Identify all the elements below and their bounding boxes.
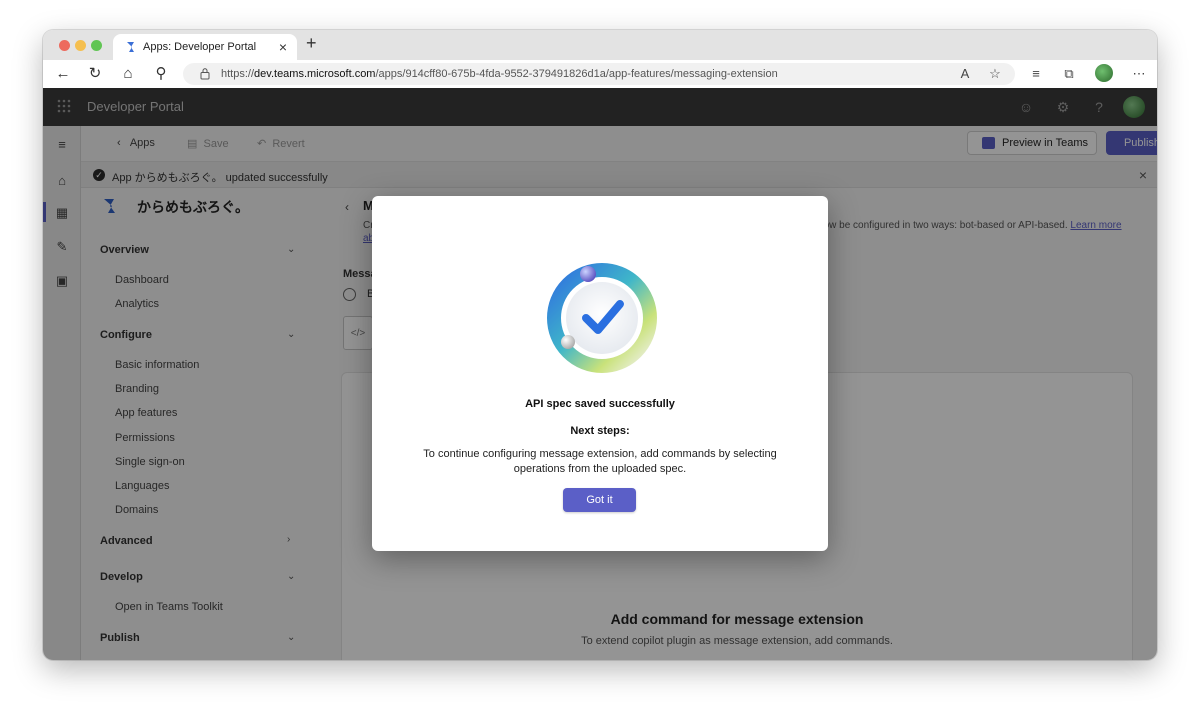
browser-profile-avatar[interactable] <box>1095 64 1113 82</box>
home-icon[interactable]: ⌂ <box>118 64 138 84</box>
refresh-icon[interactable]: ↻ <box>85 64 105 84</box>
favorite-star-icon[interactable]: ☆ <box>985 64 1005 84</box>
dialog-next-steps-heading: Next steps: <box>570 425 630 437</box>
browser-window: Apps: Developer Portal × + ← ↻ ⌂ ⚲ https… <box>43 30 1157 660</box>
tab-title: Apps: Developer Portal <box>143 41 257 53</box>
more-options-icon[interactable]: ⋯ <box>1129 64 1149 84</box>
back-arrow-icon[interactable]: ← <box>53 64 73 84</box>
tab-strip: Apps: Developer Portal × + <box>43 30 1157 60</box>
collections-icon[interactable]: ⧉ <box>1059 64 1079 84</box>
address-bar[interactable]: https://dev.teams.microsoft.com/apps/914… <box>183 63 1015 85</box>
got-it-button[interactable]: Got it <box>563 488 636 512</box>
favorites-list-icon[interactable]: ≡ <box>1026 64 1046 84</box>
browser-toolbar: ← ↻ ⌂ ⚲ https://dev.teams.microsoft.com/… <box>43 60 1157 88</box>
dialog-body-text: To continue configuring message extensio… <box>423 448 777 475</box>
maximize-window-button[interactable] <box>91 40 102 51</box>
dialog-title: API spec saved successfully <box>525 398 675 410</box>
success-checkmark-illustration <box>547 263 657 373</box>
url-text: https://dev.teams.microsoft.com/apps/914… <box>221 68 778 80</box>
close-tab-icon[interactable]: × <box>279 39 287 55</box>
close-window-button[interactable] <box>59 40 70 51</box>
new-tab-button[interactable]: + <box>306 33 317 54</box>
search-icon[interactable]: ⚲ <box>151 64 171 84</box>
api-spec-saved-dialog: API spec saved successfully Next steps: … <box>372 196 828 551</box>
minimize-window-button[interactable] <box>75 40 86 51</box>
browser-tab[interactable]: Apps: Developer Portal × <box>113 34 297 60</box>
read-aloud-icon[interactable]: A <box>955 64 975 84</box>
developer-portal-icon <box>127 42 134 52</box>
lock-icon <box>200 68 210 80</box>
